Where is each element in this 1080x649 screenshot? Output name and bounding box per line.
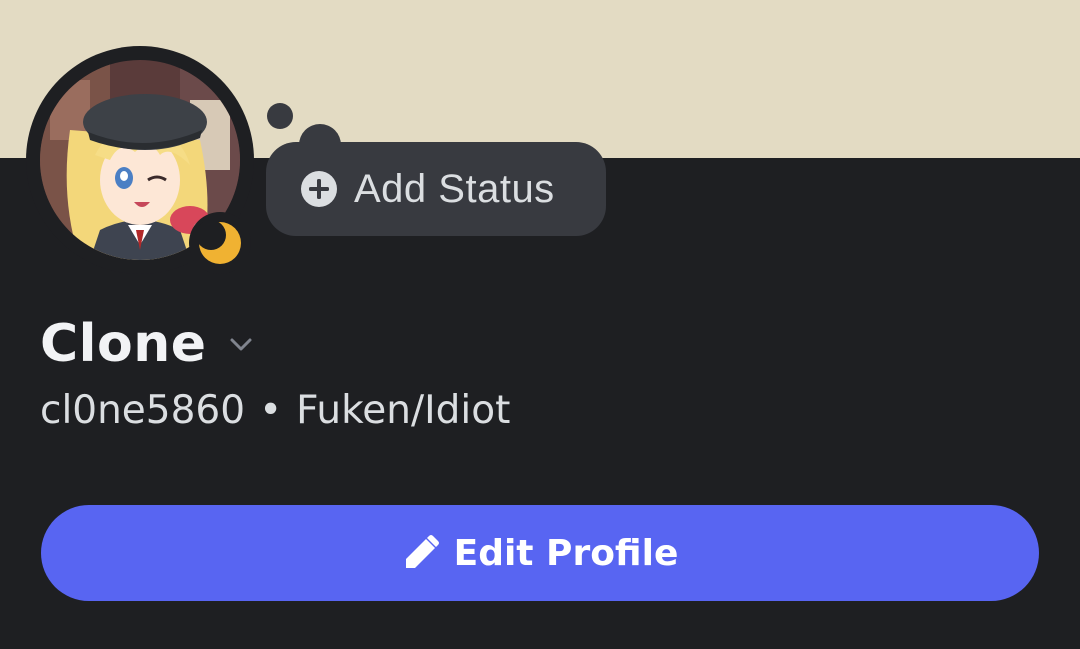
edit-profile-button[interactable]: Edit Profile (41, 505, 1039, 601)
display-name-row[interactable]: Clone (40, 312, 255, 376)
username-pronouns-line: cl0ne5860 • Fuken/Idiot (40, 388, 510, 433)
idle-moon-icon (199, 222, 241, 264)
pencil-icon (405, 535, 439, 568)
add-status-label: Add Status (354, 166, 555, 211)
username: cl0ne5860 (40, 388, 246, 433)
pronouns: Fuken/Idiot (296, 388, 511, 433)
add-status-button[interactable]: Add Status (266, 142, 606, 236)
thought-bubble-dot-small (267, 103, 293, 129)
plus-circle-icon (301, 171, 337, 207)
edit-profile-label: Edit Profile (453, 532, 679, 574)
chevron-down-icon[interactable] (227, 330, 255, 358)
display-name: Clone (40, 314, 207, 374)
separator-dot: • (259, 388, 283, 433)
